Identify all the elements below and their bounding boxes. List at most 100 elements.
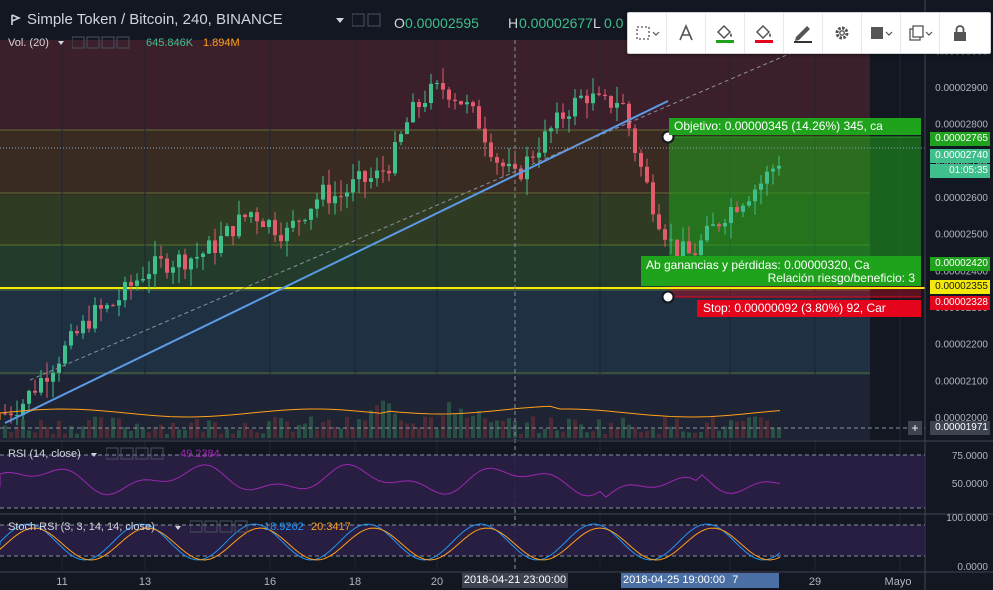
- candle-body: [459, 101, 463, 105]
- candle-body: [27, 390, 31, 404]
- toolbar-lock-button[interactable]: [940, 13, 979, 53]
- candle-body: [255, 212, 259, 222]
- volume-bar: [693, 432, 697, 438]
- pen-line-icon: [794, 26, 812, 43]
- pnl-line-2: Relación riesgo/beneficio: 3: [767, 271, 915, 285]
- candle-body: [633, 128, 637, 153]
- stoch-label[interactable]: Stoch RSI (3, 3, 14, 14, close): [8, 521, 155, 533]
- stoch-mini-buttons[interactable]: [189, 520, 254, 533]
- candle-body: [435, 83, 439, 85]
- volume-bar: [369, 410, 373, 438]
- volume-bar: [105, 428, 109, 438]
- candle-body: [297, 220, 301, 222]
- candle-body: [243, 214, 247, 218]
- candle-body: [663, 229, 667, 240]
- volume-mini-buttons[interactable]: [71, 36, 142, 49]
- volume-bar: [159, 424, 163, 438]
- candle-body: [675, 239, 679, 258]
- volume-bar: [597, 419, 601, 438]
- candle-body: [159, 256, 163, 259]
- candle-body: [477, 106, 481, 129]
- pnl-label[interactable]: Ab ganancias y pérdidas: 0.00000320, Ca …: [641, 256, 921, 286]
- volume-bar: [225, 428, 229, 438]
- volume-bar: [351, 428, 355, 438]
- high-label: H: [508, 15, 519, 31]
- volume-bar: [423, 416, 427, 438]
- volume-bar: [687, 432, 691, 438]
- rsi-mini-buttons[interactable]: [105, 447, 170, 460]
- candle-body: [753, 189, 757, 202]
- toolbar-line-button[interactable]: [784, 13, 823, 53]
- volume-bar: [477, 410, 481, 438]
- volume-value-2: 1.894M: [203, 37, 240, 49]
- fill-bucket-icon: [716, 24, 734, 43]
- symbol-title[interactable]: Simple Token / Bitcoin, 240, BINANCE: [27, 11, 283, 28]
- volume-bar: [129, 430, 133, 438]
- candle-body: [345, 192, 349, 197]
- symbol-dropdown-icon[interactable]: [336, 18, 344, 23]
- candle-body: [777, 165, 781, 169]
- volume-bar: [399, 420, 403, 438]
- candle-body: [291, 220, 295, 228]
- chart-canvas[interactable]: 0.000030000.000029000.000028000.00002700…: [0, 0, 993, 590]
- toolbar-layers-button[interactable]: [862, 13, 901, 53]
- candle-body: [333, 196, 337, 204]
- rsi-axis-label: 75.0000: [952, 451, 989, 462]
- candle-body: [465, 102, 469, 105]
- target-label[interactable]: Objetivo: 0.00000345 (14.26%) 345, ca: [669, 118, 921, 135]
- volume-bar: [717, 430, 721, 438]
- crosshair-price-flag: 0.00001971: [930, 421, 990, 435]
- volume-bar: [447, 402, 451, 438]
- candle-body: [645, 166, 649, 183]
- header-mini-buttons[interactable]: [351, 13, 390, 27]
- volume-bar: [777, 427, 781, 438]
- volume-label[interactable]: Vol. (20): [8, 37, 49, 49]
- volume-bar: [435, 428, 439, 438]
- toolbar-fill-secondary-button[interactable]: [745, 13, 784, 53]
- candle-body: [765, 171, 769, 184]
- candle-body: [93, 305, 97, 329]
- candle-body: [99, 305, 103, 309]
- volume-dropdown-icon[interactable]: [58, 41, 64, 45]
- toolbar-fill-button[interactable]: [706, 13, 745, 53]
- candle-body: [351, 179, 355, 193]
- volume-bar: [153, 427, 157, 438]
- toolbar-style-button[interactable]: [628, 13, 667, 53]
- toolbar-text-button[interactable]: [667, 13, 706, 53]
- stoch-dropdown-icon[interactable]: [175, 526, 181, 530]
- candle-body: [387, 170, 391, 174]
- bar-countdown: 01:05:35: [930, 164, 990, 178]
- add-alert-button[interactable]: +: [908, 421, 922, 435]
- candle-body: [621, 102, 625, 104]
- volume-bar: [441, 415, 445, 438]
- time-cursor-label-2: 2018-04-25 19:00:00 7: [621, 573, 779, 588]
- volume-bar: [741, 420, 745, 438]
- rsi-dropdown-icon[interactable]: [91, 453, 97, 457]
- volume-bar: [753, 416, 757, 438]
- time-tick-label: 13: [139, 576, 151, 588]
- volume-bar: [291, 431, 295, 438]
- rsi-label[interactable]: RSI (14, close): [8, 448, 81, 460]
- candle-body: [537, 152, 541, 158]
- candle-body: [771, 168, 775, 172]
- stop-label[interactable]: Stop: 0.00000092 (3.80%) 92, Car: [697, 300, 921, 317]
- candle-body: [3, 413, 7, 415]
- price-tick-label: 0.00002900: [935, 83, 988, 94]
- volume-bar: [45, 426, 49, 438]
- toolbar-clone-button[interactable]: [901, 13, 940, 53]
- candle-body: [711, 224, 715, 226]
- candle-body: [75, 331, 79, 334]
- candle-body: [357, 171, 361, 180]
- volume-bar: [261, 433, 265, 438]
- candle-body: [561, 112, 565, 119]
- toolbar-settings-button[interactable]: [823, 13, 862, 53]
- volume-bar: [165, 433, 169, 438]
- volume-bar: [147, 432, 151, 438]
- candle-body: [507, 163, 511, 167]
- candle-body: [285, 227, 289, 242]
- candle-body: [705, 225, 709, 241]
- volume-bar: [321, 421, 325, 438]
- candle-body: [63, 345, 67, 364]
- candle-body: [237, 214, 241, 237]
- volume-bar: [663, 416, 667, 438]
